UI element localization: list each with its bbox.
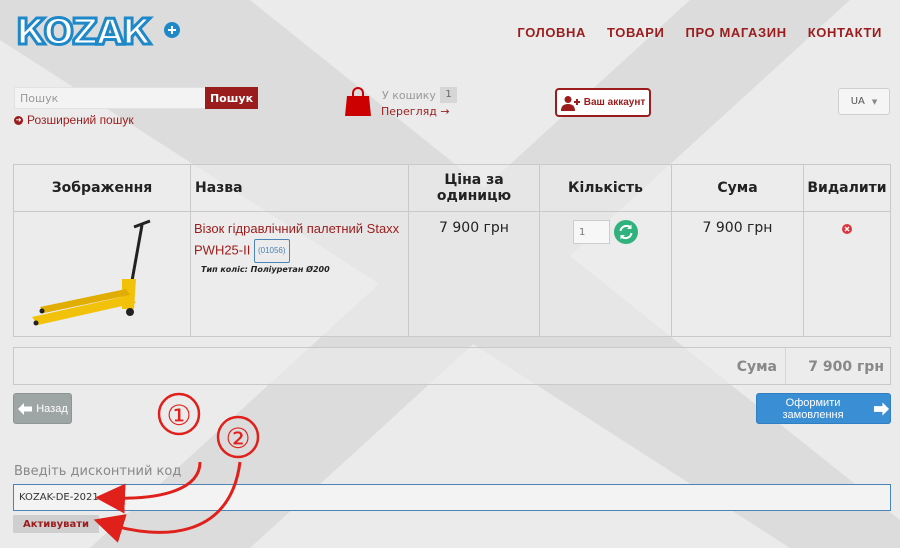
checkout-button[interactable]: Оформити замовлення xyxy=(756,393,891,424)
advanced-search-label: Розширений пошук xyxy=(27,113,134,127)
chevron-down-icon: ▼ xyxy=(871,97,878,106)
product-name: Візок гідравлічний палетний Staxx PWH25-… xyxy=(194,221,400,258)
account-label: Ваш аккаунт xyxy=(583,97,646,108)
table-header-row: Зображення Назва Ціна за одиницю Кількіс… xyxy=(13,164,891,212)
cart-view-link[interactable]: Перегляд → xyxy=(381,105,450,118)
cart-table: Зображення Назва Ціна за одиницю Кількіс… xyxy=(13,164,891,337)
unit-price: 7 900 грн xyxy=(439,220,509,236)
language-select[interactable]: UA ▼ xyxy=(838,88,890,115)
table-row: Візок гідравлічний палетний Staxx PWH25-… xyxy=(13,211,891,337)
delete-icon[interactable] xyxy=(842,224,852,234)
advanced-search-link[interactable]: ➜ Розширений пошук xyxy=(14,113,134,127)
col-name: Назва xyxy=(190,164,409,212)
col-quantity: Кількість xyxy=(539,164,672,212)
product-name-link[interactable]: Візок гідравлічний палетний Staxx PWH25-… xyxy=(191,212,408,263)
account-button[interactable]: Ваш аккаунт xyxy=(555,88,651,117)
total-value: 7 900 грн xyxy=(808,359,884,375)
cart-count-badge: 1 xyxy=(440,87,457,103)
col-image: Зображення xyxy=(13,164,191,212)
unit-price-cell: 7 900 грн xyxy=(408,211,540,337)
discount-code-input[interactable] xyxy=(13,484,891,511)
search-button[interactable]: Пошук xyxy=(205,87,258,109)
checkout-label: Оформити замовлення xyxy=(782,396,844,421)
user-plus-icon xyxy=(560,95,580,111)
arrow-left-icon xyxy=(18,402,33,415)
product-image-cell xyxy=(13,211,191,337)
delete-cell xyxy=(803,211,891,337)
row-sum: 7 900 грн xyxy=(702,220,773,236)
col-unit-price: Ціна за одиницю xyxy=(408,164,540,212)
pallet-truck-image[interactable] xyxy=(22,217,182,332)
total-label: Сума xyxy=(736,359,777,375)
refresh-icon[interactable] xyxy=(614,220,638,244)
product-option: Тип коліс: Поліуретан Ø200 xyxy=(201,265,330,274)
total-box: Сума 7 900 грн xyxy=(13,347,891,385)
quantity-input[interactable] xyxy=(573,220,610,244)
search-input[interactable] xyxy=(14,87,206,109)
kozak-logo[interactable]: КОZАК xyxy=(14,10,182,50)
col-delete: Видалити xyxy=(803,164,891,212)
nav-products[interactable]: ТОВАРИ xyxy=(607,25,664,40)
nav-contacts[interactable]: КОНТАКТИ xyxy=(808,25,882,40)
nav-home[interactable]: ГОЛОВНА xyxy=(517,25,586,40)
arrow-circle-icon: ➜ xyxy=(14,115,23,125)
language-value: UA xyxy=(850,96,865,107)
back-label: Назад xyxy=(36,402,68,415)
product-name-cell: Візок гідравлічний палетний Staxx PWH25-… xyxy=(190,211,409,337)
quantity-cell xyxy=(539,211,672,337)
product-sku-badge: (01056) xyxy=(253,239,290,263)
arrow-right-icon xyxy=(873,401,890,416)
sum-cell: 7 900 грн xyxy=(671,211,804,337)
cart-label: У кошику xyxy=(382,89,436,102)
nav-about[interactable]: ПРО МАГАЗИН xyxy=(686,25,787,40)
back-button[interactable]: Назад xyxy=(13,393,72,424)
page: КОZАК ГОЛОВНА ТОВАРИ ПРО МАГАЗИН КОНТАКТ… xyxy=(0,0,900,548)
col-sum: Сума xyxy=(671,164,804,212)
discount-label: Введіть дисконтний код xyxy=(14,464,182,479)
svg-text:КОZАК: КОZАК xyxy=(16,12,151,50)
shopping-bag-icon[interactable] xyxy=(345,86,371,116)
main-nav: ГОЛОВНА ТОВАРИ ПРО МАГАЗИН КОНТАКТИ xyxy=(517,25,882,40)
total-divider xyxy=(785,348,786,384)
activate-button[interactable]: Активувати xyxy=(13,515,99,533)
quantity-controls xyxy=(540,212,671,244)
